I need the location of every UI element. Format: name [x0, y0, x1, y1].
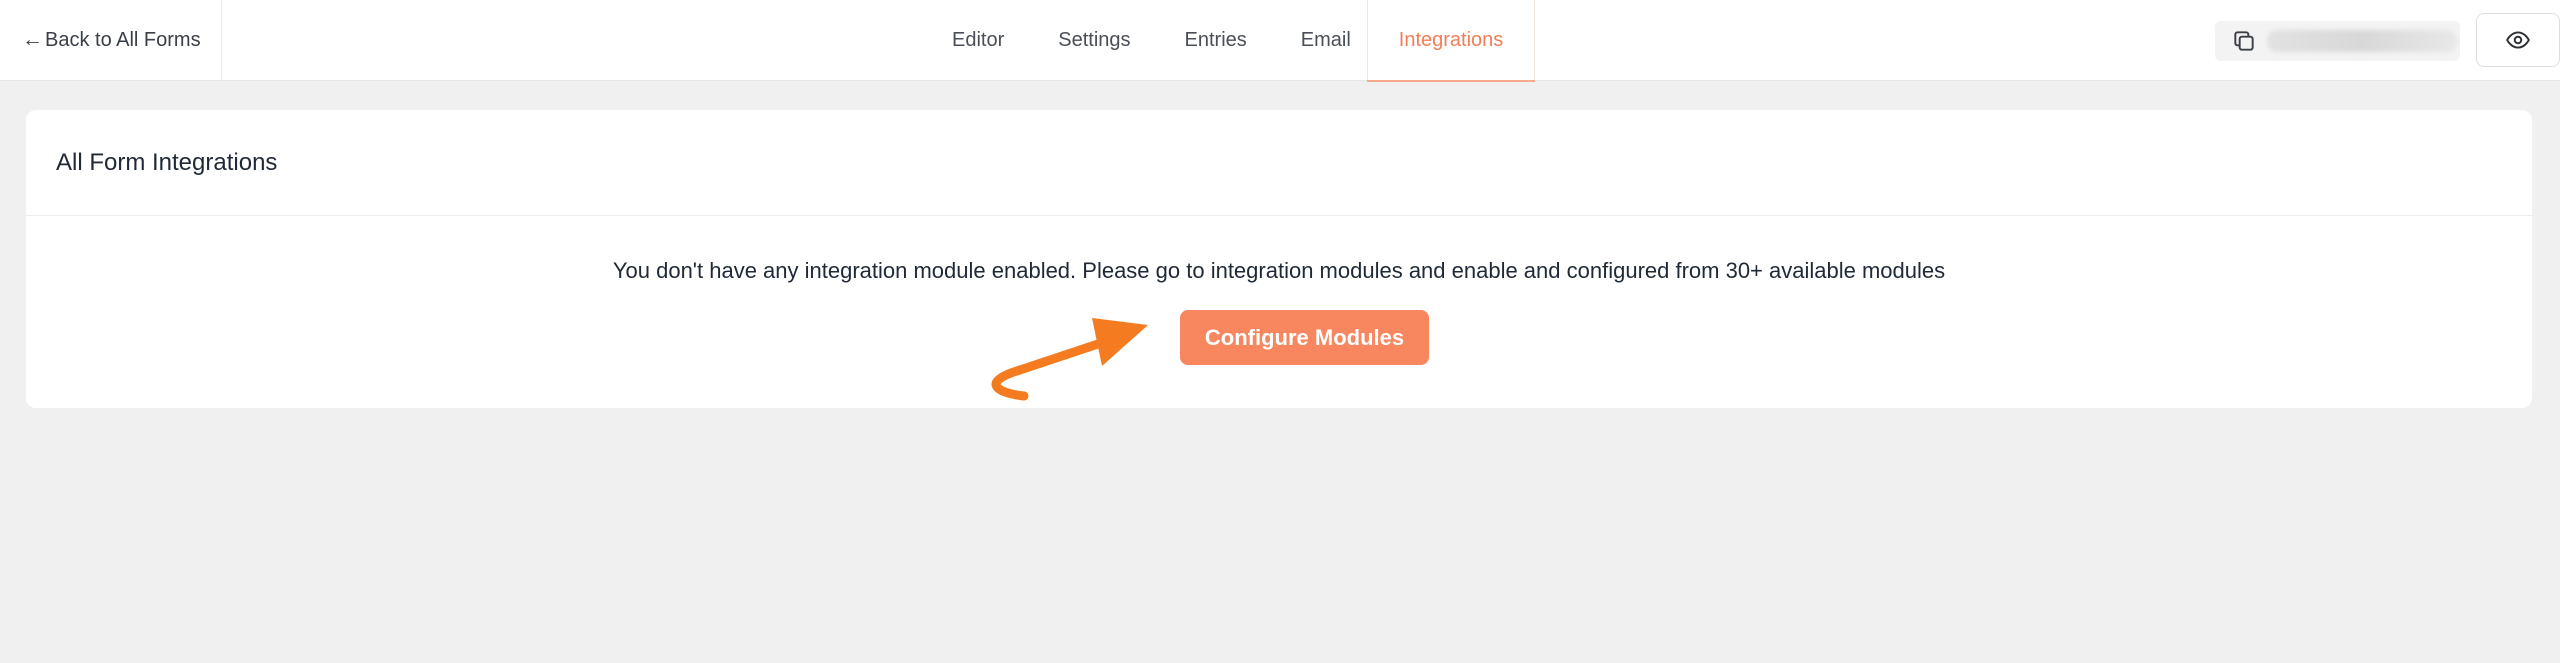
tab-settings[interactable]: Settings — [1031, 0, 1157, 81]
tab-integrations[interactable]: Integrations — [1366, 0, 1536, 82]
shortcode-copy-box[interactable] — [2215, 21, 2460, 61]
preview-button[interactable] — [2476, 13, 2560, 67]
top-navigation-bar: ← Back to All Forms Editor Settings Entr… — [0, 0, 2560, 82]
tab-label: Integrations — [1398, 29, 1504, 51]
tab-label: Entries — [1184, 29, 1247, 51]
back-link-label: Back to All Forms — [45, 28, 201, 51]
tab-entries[interactable]: Entries — [1158, 0, 1274, 81]
back-to-all-forms-link[interactable]: ← Back to All Forms — [0, 0, 222, 80]
tab-email[interactable]: Email — [1274, 0, 1367, 81]
empty-state-message: You don't have any integration module en… — [612, 258, 1946, 283]
arrow-left-icon: ← — [22, 28, 43, 51]
configure-modules-button[interactable]: Configure Modules — [1180, 310, 1429, 365]
form-tabs: Editor Settings Entries Email Integratio… — [920, 0, 1536, 82]
copy-icon[interactable] — [2231, 28, 2257, 54]
tab-editor[interactable]: Editor — [920, 0, 1031, 81]
card-title: All Form Integrations — [56, 148, 278, 176]
tab-label: Settings — [1058, 29, 1131, 51]
card-header: All Form Integrations — [26, 110, 2532, 216]
tab-label: Email — [1300, 29, 1351, 51]
eye-icon — [2506, 31, 2530, 49]
tab-label: Editor — [952, 29, 1005, 51]
integrations-card: All Form Integrations You don't have any… — [26, 110, 2532, 408]
blurred-shortcode — [2267, 30, 2457, 52]
